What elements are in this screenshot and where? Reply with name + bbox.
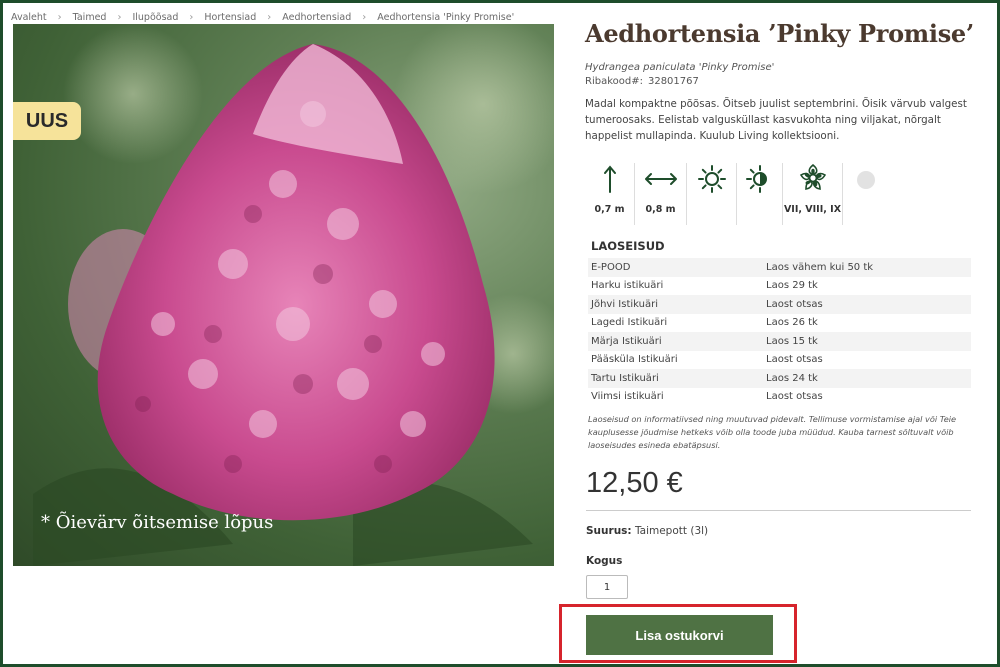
page-frame: Avaleht › Taimed › Ilupõõsad › Hortensiad › … xyxy=(3,3,997,664)
add-to-cart-button[interactable]: Lisa ostukorvi xyxy=(586,615,773,655)
divider xyxy=(586,510,971,511)
latin-name: Hydrangea paniculata 'Pinky Promise' xyxy=(585,62,775,73)
half-shade-icon xyxy=(745,163,774,193)
breadcrumb-hydrangeas[interactable]: Hortensiad xyxy=(204,12,256,23)
stock-location: Jõhvi Istikuäri xyxy=(591,298,658,310)
chevron-right-icon: › xyxy=(267,11,272,23)
stock-row: Jõhvi Istikuäri Laost otsas xyxy=(588,295,971,314)
sku-value: 32801767 xyxy=(647,76,699,87)
breadcrumb: Avaleht › Taimed › Ilupõõsad › Hortensiad › … xyxy=(11,10,514,24)
stock-disclaimer: Laoseisud on informatiivsed ning muutuva… xyxy=(588,414,957,450)
product-info: Aedhortensia ’Pinky Promise’ Hydrangea p… xyxy=(585,17,975,144)
stock-location: Märja Istikuäri xyxy=(591,335,662,347)
stock-status: Laos 15 tk xyxy=(766,335,818,347)
stock-row: Lagedi Istikuäri Laos 26 tk xyxy=(588,314,971,333)
stock-heading: LAOSEISUD xyxy=(591,239,665,253)
chevron-right-icon: › xyxy=(189,11,194,23)
product-image[interactable]: UUS * Õievärv õitsemise lõpus xyxy=(13,24,554,566)
flower-icon xyxy=(798,163,828,193)
size-value: Taimepott (3l) xyxy=(634,525,709,537)
stock-row: E-POOD Laos vähem kui 50 tk xyxy=(588,258,971,277)
stock-status: Laost otsas xyxy=(766,298,823,310)
arrow-up-down-icon xyxy=(603,163,617,193)
stock-row: Tartu Istikuäri Laos 24 tk xyxy=(588,369,971,388)
attr-bloom-time: VII, VIII, IX xyxy=(783,163,843,225)
stock-table: E-POOD Laos vähem kui 50 tk Harku istikuä… xyxy=(588,258,971,406)
stock-status: Laos 29 tk xyxy=(766,280,818,292)
stock-status: Laos vähem kui 50 tk xyxy=(766,261,874,273)
height-value: 0,7 m xyxy=(594,204,625,215)
stock-row: Viimsi istikuäri Laost otsas xyxy=(588,388,971,407)
stock-status: Laost otsas xyxy=(766,354,823,366)
size-label: Suurus: xyxy=(586,525,632,537)
bloom-months: VII, VIII, IX xyxy=(783,204,842,215)
attr-height: 0,7 m xyxy=(585,163,635,225)
stock-row: Harku istikuäri Laos 29 tk xyxy=(588,277,971,296)
stock-location: E-POOD xyxy=(591,261,631,273)
stock-location: Viimsi istikuäri xyxy=(591,391,664,403)
stock-location: Harku istikuäri xyxy=(591,280,664,292)
attr-half-shade xyxy=(737,163,783,225)
plant-attributes: 0,7 m 0,8 m VII, VIII, IX xyxy=(585,163,889,225)
breadcrumb-shrubs[interactable]: Ilupõõsad xyxy=(132,12,178,23)
attr-color xyxy=(843,163,889,225)
breadcrumb-current: Aedhortensia 'Pinky Promise' xyxy=(377,11,515,23)
chevron-right-icon: › xyxy=(117,11,122,23)
new-badge: UUS xyxy=(13,102,81,140)
product-description: Madal kompaktne põõsas. Õitseb juulist s… xyxy=(585,98,967,142)
breadcrumb-home[interactable]: Avaleht xyxy=(11,12,47,23)
attr-width: 0,8 m xyxy=(635,163,687,225)
stock-location: Tartu Istikuäri xyxy=(591,372,659,384)
quantity-label: Kogus xyxy=(586,555,623,567)
stock-location: Lagedi Istikuäri xyxy=(591,317,668,329)
stock-status: Laost otsas xyxy=(766,391,823,403)
breadcrumb-panicle-hydrangeas[interactable]: Aedhortensiad xyxy=(282,12,351,23)
quantity-input[interactable] xyxy=(586,575,628,599)
sun-icon xyxy=(697,163,726,193)
chevron-right-icon: › xyxy=(362,11,367,23)
product-title: Aedhortensia ’Pinky Promise’ xyxy=(585,19,974,48)
stock-section: LAOSEISUD E-POOD Laos vähem kui 50 tk Har… xyxy=(588,239,971,452)
sku-label: Ribakood#: xyxy=(585,76,643,87)
breadcrumb-plants[interactable]: Taimed xyxy=(73,12,107,23)
hydrangea-illustration xyxy=(33,24,554,566)
chevron-right-icon: › xyxy=(57,11,62,23)
stock-status: Laos 24 tk xyxy=(766,372,818,384)
product-price: 12,50 € xyxy=(586,467,683,499)
color-dot-icon xyxy=(857,171,875,189)
stock-row: Märja Istikuäri Laos 15 tk xyxy=(588,332,971,351)
stock-row: Pääsküla Istikuäri Laost otsas xyxy=(588,351,971,370)
image-caption: * Õievärv õitsemise lõpus xyxy=(41,512,274,533)
size-info: Suurus: Taimepott (3l) xyxy=(586,525,708,537)
sku: Ribakood#: 32801767 xyxy=(585,76,975,87)
width-value: 0,8 m xyxy=(645,204,676,215)
stock-status: Laos 26 tk xyxy=(766,317,818,329)
stock-location: Pääsküla Istikuäri xyxy=(591,354,678,366)
attr-sun xyxy=(687,163,737,225)
arrow-left-right-icon xyxy=(644,163,678,193)
